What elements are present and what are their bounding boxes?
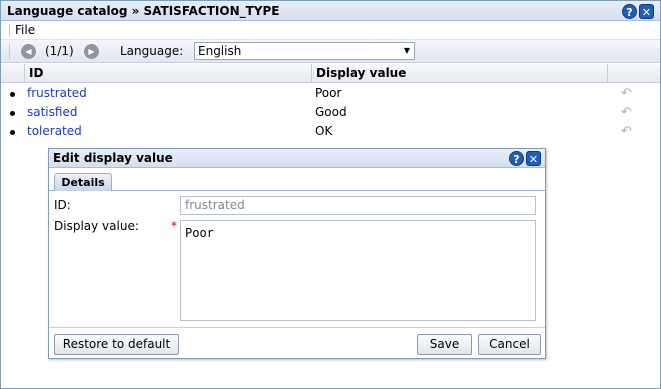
close-icon[interactable]: ✕ (639, 4, 654, 19)
row-display-value: OK (315, 124, 333, 138)
help-icon[interactable]: ? (509, 151, 524, 166)
id-field[interactable]: frustrated (180, 196, 536, 215)
grid-header: ID Display value (1, 64, 660, 83)
restore-icon[interactable]: ↶ (621, 124, 632, 139)
table-row: satisfied Good ↶ (1, 103, 660, 122)
column-header-display-value[interactable]: Display value (311, 64, 607, 83)
restore-icon[interactable]: ↶ (621, 105, 632, 120)
language-select[interactable]: English ▼ (194, 42, 415, 60)
row-display-value: Poor (315, 86, 342, 100)
id-label: ID: (54, 198, 71, 212)
restore-icon[interactable]: ↶ (621, 86, 632, 101)
menu-separator (9, 24, 10, 37)
restore-to-default-button[interactable]: Restore to default (54, 334, 179, 355)
row-id-link[interactable]: frustrated (27, 86, 87, 100)
row-bullet (10, 92, 15, 97)
row-id-link[interactable]: tolerated (27, 124, 82, 138)
dialog-title: Edit display value (53, 151, 173, 165)
edit-display-value-dialog: Edit display value ? ✕ Details ID: frust… (48, 148, 546, 359)
table-row: frustrated Poor ↶ (1, 84, 660, 103)
toolbar: ◀ (1/1) ▶ Language: English ▼ (1, 40, 660, 63)
page-indicator: (1/1) (45, 44, 74, 58)
display-value-field[interactable]: Poor (180, 220, 536, 321)
cancel-button[interactable]: Cancel (478, 334, 541, 355)
row-bullet (10, 111, 15, 116)
help-icon[interactable]: ? (622, 4, 637, 19)
row-id-link[interactable]: satisfied (27, 105, 77, 119)
menu-bar: File (1, 21, 660, 40)
row-bullet (10, 130, 15, 135)
close-icon[interactable]: ✕ (526, 151, 541, 166)
tab-details[interactable]: Details (54, 173, 112, 191)
dialog-tabs: Details (49, 169, 545, 191)
toolbar-separator (9, 44, 10, 59)
window-titlebar: Language catalog » SATISFACTION_TYPE ? ✕ (1, 1, 660, 21)
window-title: Language catalog » SATISFACTION_TYPE (7, 4, 280, 18)
language-value: English (198, 44, 242, 58)
column-header-actions (607, 64, 660, 83)
display-value-label: Display value: (54, 219, 139, 233)
language-label: Language: (120, 44, 184, 58)
table-row: tolerated OK ↶ (1, 122, 660, 141)
column-header-id[interactable]: ID (24, 64, 311, 83)
menu-file[interactable]: File (15, 23, 35, 37)
row-display-value: Good (315, 105, 347, 119)
language-catalog-window: Language catalog » SATISFACTION_TYPE ? ✕… (0, 0, 661, 389)
next-page-icon[interactable]: ▶ (84, 44, 99, 59)
save-button[interactable]: Save (417, 334, 472, 355)
required-marker: * (171, 219, 177, 233)
dialog-titlebar: Edit display value ? ✕ (49, 149, 545, 168)
dialog-footer-separator (49, 327, 545, 328)
prev-page-icon[interactable]: ◀ (21, 44, 36, 59)
chevron-down-icon: ▼ (403, 46, 410, 55)
